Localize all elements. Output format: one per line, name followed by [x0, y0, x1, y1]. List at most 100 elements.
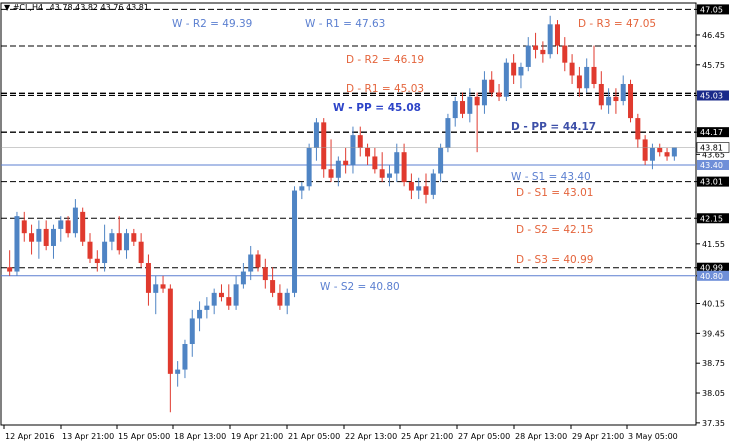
- price-tick-label: 38.75: [702, 359, 725, 368]
- candle-body: [438, 147, 444, 174]
- price-tick-label: 45.75: [702, 61, 725, 70]
- candle-body: [343, 160, 349, 165]
- candle-body: [430, 173, 436, 195]
- candle-body: [72, 207, 78, 234]
- candle-body: [394, 152, 400, 174]
- candle-body: [306, 147, 312, 187]
- candle-body: [321, 122, 327, 170]
- candle-body: [452, 101, 458, 119]
- candle-body: [408, 182, 414, 191]
- level-label: W - S1 = 43.40: [511, 171, 591, 183]
- candle-body: [255, 254, 261, 268]
- time-tick-label: 19 Apr 21:00: [231, 432, 283, 441]
- level-label: D - S2 = 42.15: [516, 224, 593, 236]
- candle-body: [547, 24, 553, 55]
- candle-body: [460, 101, 466, 114]
- price-tick-label: 47.05: [700, 5, 723, 14]
- level-label: D - S3 = 40.99: [516, 254, 593, 266]
- price-tick-label: 38.05: [702, 389, 725, 398]
- candle-body: [649, 147, 655, 161]
- price-tick-label: 46.45: [702, 31, 725, 40]
- candle-body: [226, 297, 232, 306]
- time-tick-label: 25 Apr 21:00: [401, 432, 453, 441]
- candle-body: [642, 139, 648, 161]
- candle-body: [503, 62, 509, 97]
- candle-body: [87, 241, 93, 259]
- candle-body: [313, 122, 319, 148]
- candle-body: [153, 284, 159, 293]
- level-label: D - R1 = 45.03: [346, 83, 424, 95]
- price-tick-label: 40.15: [702, 300, 725, 309]
- candle-body: [496, 92, 502, 97]
- price-tick-label: 45.03: [700, 91, 723, 100]
- candle-body: [569, 62, 575, 76]
- candle-body: [445, 118, 451, 148]
- price-tick-label: 41.55: [702, 240, 725, 249]
- candle-body: [533, 45, 539, 50]
- candle-body: [467, 96, 473, 114]
- candle-body: [50, 228, 56, 246]
- time-tick-label: 12 Apr 2016: [5, 432, 54, 441]
- symbol-triangle-icon: ▼: [4, 3, 13, 12]
- time-tick-label: 27 Apr 05:00: [458, 432, 510, 441]
- candle-body: [299, 186, 305, 191]
- candle-body: [43, 228, 49, 246]
- level-label: D - S1 = 43.01: [516, 187, 593, 199]
- candle-body: [540, 49, 546, 55]
- candle-body: [628, 83, 634, 119]
- level-label: W - PP = 45.08: [333, 102, 421, 114]
- candle-body: [372, 156, 378, 170]
- candle-body: [606, 96, 612, 106]
- candle-body: [284, 292, 290, 306]
- candle-body: [204, 305, 210, 310]
- candle-body: [138, 241, 144, 264]
- candle-body: [292, 190, 298, 293]
- candle-body: [175, 369, 181, 374]
- time-tick-label: 3 May 05:00: [628, 432, 678, 441]
- candle-body: [14, 216, 20, 272]
- symbol-header: ▼ #CL,H4 43.78 43.82 43.76 43.81: [4, 3, 149, 12]
- candle-body: [116, 233, 122, 251]
- candle-body: [511, 62, 517, 76]
- candle-body: [94, 258, 100, 264]
- candle-body: [613, 96, 619, 102]
- candle-body: [102, 241, 108, 264]
- candle-body: [131, 233, 137, 242]
- level-label: D - PP = 44.17: [511, 121, 596, 133]
- price-tick-label: 43.40: [700, 161, 723, 170]
- candle-body: [189, 318, 195, 345]
- candle-body: [423, 186, 429, 195]
- candle-body: [197, 309, 203, 319]
- candle-body: [240, 271, 246, 285]
- time-tick-label: 22 Apr 13:00: [345, 432, 397, 441]
- candle-body: [277, 292, 283, 306]
- price-chart: W - R2 = 49.39 W - R1 = 47.63 D - R3 = 47.…: [0, 0, 730, 444]
- symbol-ohlc: 43.78 43.82 43.76 43.81: [50, 3, 149, 12]
- candle-body: [525, 45, 531, 67]
- price-tick-label: 44.17: [700, 128, 723, 137]
- time-tick-label: 21 Apr 05:00: [288, 432, 340, 441]
- candle-body: [416, 186, 422, 191]
- symbol-name: #CL,H4: [13, 3, 43, 12]
- candle-body: [65, 220, 71, 234]
- candle-body: [474, 96, 480, 106]
- time-tick-label: 29 Apr 21:00: [572, 432, 624, 441]
- time-tick-label: 18 Apr 13:00: [174, 432, 226, 441]
- candle-body: [248, 254, 254, 272]
- candle-body: [357, 135, 363, 148]
- time-tick-label: 28 Apr 13:00: [515, 432, 567, 441]
- candle-body: [109, 233, 115, 242]
- candle-body: [270, 280, 276, 293]
- candle-body: [562, 45, 568, 63]
- candle-body: [21, 220, 27, 234]
- candle-body: [401, 152, 407, 183]
- candle-body: [365, 147, 371, 157]
- level-label: D - R3 = 47.05: [578, 18, 656, 30]
- candle-body: [262, 267, 268, 281]
- candle-body: [489, 79, 495, 93]
- price-tick-label: 40.80: [700, 272, 723, 281]
- candle-body: [211, 292, 217, 306]
- candle-body: [664, 152, 670, 157]
- candle-body: [167, 288, 173, 374]
- candle-body: [591, 66, 597, 84]
